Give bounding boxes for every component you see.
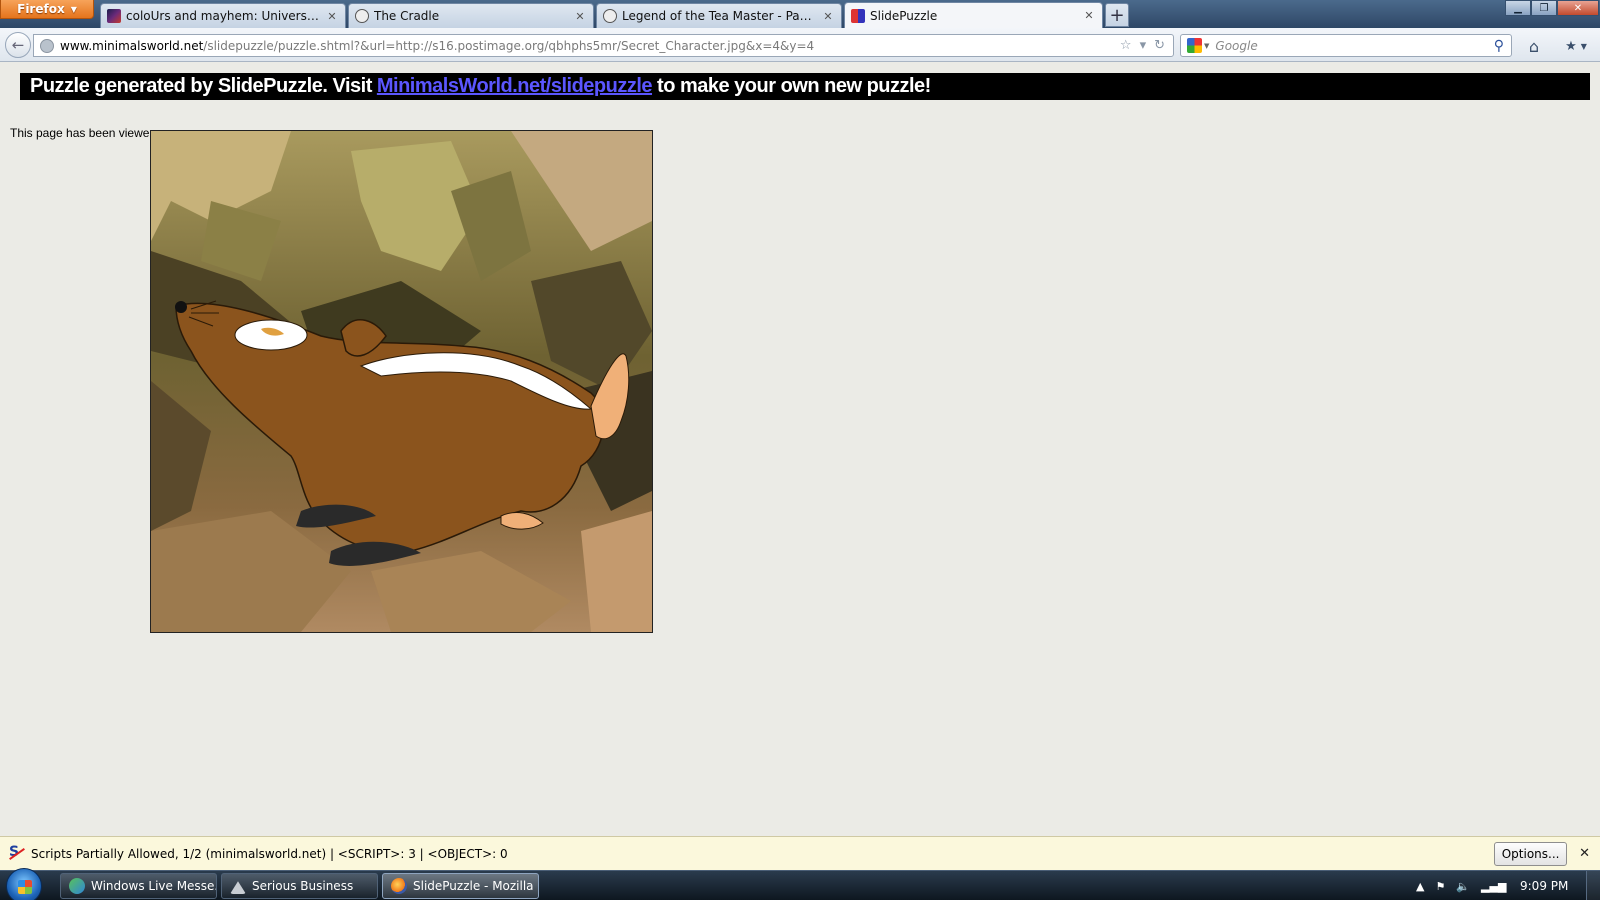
google-search-engine-icon[interactable] xyxy=(1187,38,1202,53)
tab-title: SlidePuzzle xyxy=(870,8,938,23)
options-button[interactable]: Options... xyxy=(1494,841,1568,866)
history-dropdown-icon[interactable]: ▾ xyxy=(1140,38,1147,53)
url-domain: www.minimalsworld.net xyxy=(60,38,204,53)
tab-title: coloUrs and mayhem: Universe A | H... xyxy=(126,9,320,23)
close-window-icon[interactable]: ✕ xyxy=(1557,0,1599,16)
minimize-window-icon[interactable]: ▁ xyxy=(1505,0,1531,16)
tab-slidepuzzle[interactable]: SlidePuzzle ✕ xyxy=(844,2,1103,28)
close-tab-icon[interactable]: ✕ xyxy=(573,10,587,23)
task-label: SlidePuzzle - Mozilla ... xyxy=(413,879,539,893)
bookmarks-icon: ★ xyxy=(1565,38,1577,54)
network-signal-icon[interactable]: ▂▄▆ xyxy=(1481,880,1506,893)
maximize-window-icon[interactable]: ❐ xyxy=(1531,0,1557,16)
taskbar-item-slidepuzzle-firefox[interactable]: SlidePuzzle - Mozilla ... xyxy=(382,873,539,899)
back-arrow-icon: ← xyxy=(11,36,25,54)
close-tab-icon[interactable]: ✕ xyxy=(821,10,835,23)
bookmark-star-icon[interactable]: ☆ xyxy=(1120,38,1132,53)
slidepuzzle-link[interactable]: MinimalsWorld.net/slidepuzzle xyxy=(377,75,653,98)
globe-icon xyxy=(603,9,617,23)
site-identity-icon[interactable] xyxy=(40,38,54,53)
page-view-counter: This page has been viewe xyxy=(10,126,150,140)
globe-icon xyxy=(355,9,369,23)
back-button[interactable]: ← xyxy=(5,32,31,58)
slide-puzzle-image[interactable] xyxy=(150,130,653,633)
tab-title: The Cradle xyxy=(374,9,440,23)
task-label: Windows Live Messe... xyxy=(91,879,217,893)
reload-icon[interactable]: ↻ xyxy=(1154,38,1165,53)
puzzle-banner: Puzzle generated by SlidePuzzle. Visit M… xyxy=(20,73,1590,100)
tab-colours-and-mayhem[interactable]: coloUrs and mayhem: Universe A | H... ✕ xyxy=(100,3,346,28)
taskbar-clock[interactable]: 9:09 PM xyxy=(1520,879,1568,893)
close-tab-icon[interactable]: ✕ xyxy=(325,10,339,23)
home-button[interactable]: ⌂ xyxy=(1524,36,1544,56)
notification-text: Scripts Partially Allowed, 1/2 (minimals… xyxy=(31,846,508,861)
show-hidden-icons-icon[interactable]: ▲ xyxy=(1416,880,1424,893)
bookmarks-menu-button[interactable]: ★ ▼ xyxy=(1556,36,1596,56)
home-icon: ⌂ xyxy=(1528,36,1540,56)
tab-the-cradle[interactable]: The Cradle ✕ xyxy=(348,3,594,28)
url-bar[interactable]: www.minimalsworld.net/slidepuzzle/puzzle… xyxy=(33,34,1174,57)
serious-business-icon xyxy=(230,881,246,894)
engine-dropdown-icon[interactable]: ▼ xyxy=(1204,42,1209,50)
show-desktop-button[interactable] xyxy=(1586,871,1600,900)
task-label: Serious Business xyxy=(252,879,354,893)
firefox-menu-button[interactable]: Firefox ▼ xyxy=(0,0,94,19)
caret-down-icon: ▼ xyxy=(70,4,77,14)
puzzle-illustration xyxy=(151,131,652,632)
url-text[interactable]: www.minimalsworld.net/slidepuzzle/puzzle… xyxy=(60,39,1120,53)
action-center-flag-icon[interactable]: ⚑ xyxy=(1435,880,1445,893)
url-path: /slidepuzzle/puzzle.shtml?&url=http://s1… xyxy=(203,38,815,53)
start-button[interactable] xyxy=(6,868,42,900)
volume-icon[interactable]: 🔈 xyxy=(1456,880,1470,893)
system-tray: ▲ ⚑ 🔈 ▂▄▆ xyxy=(1416,871,1506,900)
search-magnifier-icon[interactable]: ⚲ xyxy=(1494,38,1511,54)
noscript-icon[interactable] xyxy=(9,844,25,862)
close-tab-icon[interactable]: ✕ xyxy=(1082,9,1096,22)
dark-art-favicon-icon xyxy=(107,9,121,23)
firefox-menu-label: Firefox xyxy=(17,2,65,16)
taskbar-item-messenger[interactable]: Windows Live Messe... xyxy=(60,873,217,899)
taskbar-item-serious-business[interactable]: Serious Business xyxy=(221,873,378,899)
puzzle-icon xyxy=(851,8,865,23)
tab-strip: Firefox ▼ coloUrs and mayhem: Universe A… xyxy=(0,0,1600,28)
new-tab-button[interactable]: + xyxy=(1105,3,1129,27)
windows-logo-icon xyxy=(18,880,32,894)
windows-taskbar: Windows Live Messe... Serious Business S… xyxy=(0,868,1600,900)
tab-title: Legend of the Tea Master - Page 7 xyxy=(622,9,816,23)
page-content: Puzzle generated by SlidePuzzle. Visit M… xyxy=(0,63,1600,835)
close-notification-icon[interactable]: ✕ xyxy=(1579,846,1590,861)
search-bar[interactable]: ▼ Google ⚲ xyxy=(1180,34,1512,57)
banner-suffix: to make your own new puzzle! xyxy=(657,75,931,97)
banner-prefix: Puzzle generated by SlidePuzzle. Visit xyxy=(30,75,372,97)
noscript-notification-bar: Scripts Partially Allowed, 1/2 (minimals… xyxy=(0,836,1600,870)
messenger-icon xyxy=(69,878,85,894)
firefox-icon xyxy=(391,878,407,894)
chevron-down-icon: ▼ xyxy=(1580,41,1587,51)
search-placeholder: Google xyxy=(1215,38,1258,53)
tab-legend-of-the-tea-master[interactable]: Legend of the Tea Master - Page 7 ✕ xyxy=(596,3,842,28)
navigation-toolbar: ← www.minimalsworld.net/slidepuzzle/puzz… xyxy=(0,28,1600,62)
